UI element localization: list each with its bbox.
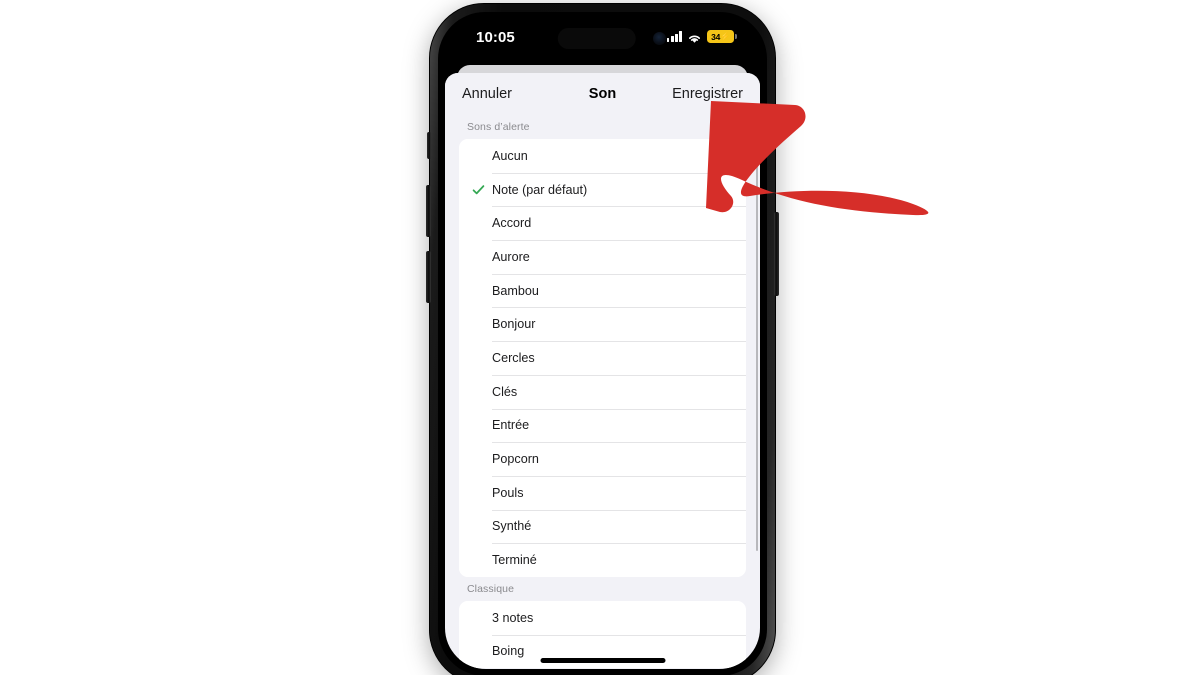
- charging-bolt-icon: ⚡: [720, 32, 730, 41]
- status-bar-indicators: 34 ⚡: [666, 30, 737, 43]
- list-item-label: Aucun: [492, 148, 528, 163]
- battery-level-text: 34: [711, 31, 721, 42]
- list-item[interactable]: Clés: [459, 374, 746, 409]
- list-item[interactable]: Bonjour: [459, 307, 746, 342]
- list-item-label: Accord: [492, 216, 532, 231]
- volume-up-button[interactable]: [426, 185, 431, 237]
- phone-screen: 10:05 34 ⚡ Annuler Son Enregistrer Sons …: [445, 19, 760, 669]
- list-item[interactable]: Pouls: [459, 475, 746, 510]
- mute-switch-button[interactable]: [427, 132, 431, 159]
- list-item-label: Note (par défaut): [492, 182, 588, 197]
- list-item[interactable]: Aurore: [459, 240, 746, 274]
- list-item-label: Bonjour: [492, 317, 536, 332]
- sound-list[interactable]: Sons d’alerte Aucun Note (par défaut) Accor…: [445, 115, 760, 669]
- cancel-button[interactable]: Annuler: [462, 86, 512, 102]
- front-camera-icon: [652, 32, 666, 45]
- list-item-label: Pouls: [492, 485, 524, 500]
- list-item-label: Bambou: [492, 283, 539, 298]
- save-button[interactable]: Enregistrer: [672, 86, 743, 102]
- list-item[interactable]: Synthé: [459, 509, 746, 544]
- status-bar: 10:05 34 ⚡: [445, 19, 760, 63]
- list-item[interactable]: 3 notes: [459, 600, 746, 635]
- list-item-label: Entrée: [492, 418, 530, 433]
- list-item-label: Clés: [492, 384, 518, 399]
- list-item-label: Synthé: [492, 519, 532, 534]
- wifi-icon: [687, 31, 702, 43]
- battery-indicator: 34 ⚡: [707, 30, 737, 43]
- scrollbar[interactable]: [755, 121, 758, 551]
- sound-picker-sheet: Annuler Son Enregistrer Sons d’alerte Auc…: [445, 73, 760, 669]
- list-item[interactable]: Aucun: [459, 139, 746, 173]
- status-bar-time: 10:05: [476, 29, 515, 46]
- checkmark-icon: [472, 183, 485, 196]
- list-item[interactable]: Terminé: [459, 543, 746, 577]
- sheet-navbar: Annuler Son Enregistrer: [445, 73, 760, 115]
- power-button[interactable]: [774, 212, 779, 296]
- list-item-label: Terminé: [492, 553, 537, 568]
- list-item-label: Popcorn: [492, 452, 539, 467]
- list-item-label: Boing: [492, 644, 525, 659]
- dynamic-island: [557, 28, 636, 49]
- sound-group-card: Aucun Note (par défaut) Accord Aurore Bambou…: [459, 139, 746, 577]
- list-item[interactable]: Note (par défaut): [459, 172, 746, 207]
- cellular-signal-icon: [666, 31, 682, 42]
- list-item-label: Aurore: [492, 249, 530, 264]
- volume-down-button[interactable]: [426, 251, 431, 303]
- list-item[interactable]: Entrée: [459, 408, 746, 443]
- screenshot-canvas: 10:05 34 ⚡ Annuler Son Enregistrer Sons …: [0, 0, 1200, 675]
- home-indicator[interactable]: [540, 658, 665, 663]
- list-item-label: 3 notes: [492, 610, 534, 625]
- iphone-device: 10:05 34 ⚡ Annuler Son Enregistrer Sons …: [426, 4, 779, 675]
- section-header: Classique: [467, 582, 515, 595]
- list-item[interactable]: Boing: [459, 634, 746, 669]
- list-item-label: Cercles: [492, 350, 535, 365]
- list-item[interactable]: Popcorn: [459, 442, 746, 476]
- section-header: Sons d’alerte: [467, 121, 530, 133]
- list-item[interactable]: Cercles: [459, 341, 746, 375]
- list-item[interactable]: Bambou: [459, 273, 746, 308]
- list-item[interactable]: Accord: [459, 206, 746, 241]
